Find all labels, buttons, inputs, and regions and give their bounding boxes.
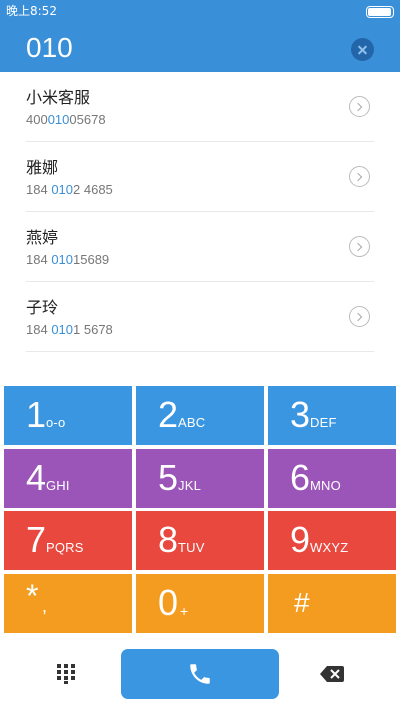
key-3[interactable]: 3 DEF: [268, 386, 396, 445]
key-1[interactable]: 1 o-o: [4, 386, 132, 445]
key-digit: 7: [26, 519, 47, 560]
key-sub: +: [180, 603, 189, 619]
battery-icon: [366, 6, 394, 18]
number-match: 010: [51, 182, 74, 197]
number-match: 010: [47, 112, 70, 127]
contact-number: 184 0102 4685: [26, 182, 113, 198]
phone-icon: [190, 664, 210, 684]
key-letters: MNO: [310, 478, 341, 493]
key-star[interactable]: * ,: [4, 574, 132, 633]
contact-row[interactable]: 小米客服 40001005678: [26, 72, 374, 142]
number-prefix: 184: [26, 252, 52, 267]
key-digit: 3: [290, 394, 311, 435]
backspace-icon[interactable]: [320, 666, 344, 682]
contact-detail-chevron-icon[interactable]: [349, 236, 370, 257]
number-suffix: 05678: [69, 112, 106, 127]
key-letters: PQRS: [46, 540, 84, 555]
status-time: 晚上8:52: [6, 4, 57, 18]
contact-name: 燕婷: [26, 228, 59, 247]
number-match: 010: [51, 252, 74, 267]
number-prefix: 400: [26, 112, 48, 127]
key-4[interactable]: 4 GHI: [4, 449, 132, 508]
key-digit: 8: [158, 519, 179, 560]
key-2[interactable]: 2 ABC: [136, 386, 264, 445]
key-letters: WXYZ: [310, 540, 349, 555]
key-7[interactable]: 7 PQRS: [4, 511, 132, 570]
key-letters: DEF: [310, 415, 337, 430]
key-digit: 6: [290, 457, 311, 498]
key-sub: ,: [42, 596, 48, 616]
key-letters: ABC: [178, 415, 206, 430]
contact-name: 小米客服: [26, 88, 91, 107]
number-suffix: 15689: [73, 252, 110, 267]
battery-level: [368, 8, 391, 16]
contact-number: 184 0101 5678: [26, 322, 113, 338]
key-hash[interactable]: #: [268, 574, 396, 633]
contact-name: 子玲: [26, 298, 59, 317]
keypad-grid-icon[interactable]: [57, 664, 75, 684]
status-bar: 晚上8:52: [0, 0, 400, 24]
contact-number: 184 01015689: [26, 252, 109, 268]
key-letters: GHI: [46, 478, 70, 493]
bottom-action-bar: [0, 634, 400, 711]
contact-detail-chevron-icon[interactable]: [349, 96, 370, 117]
key-6[interactable]: 6 MNO: [268, 449, 396, 508]
contact-suggestion-list: 小米客服 40001005678 雅娜 184 0102 4685 燕婷 184…: [0, 72, 400, 384]
key-digit: 1: [26, 394, 47, 435]
number-prefix: 184: [26, 182, 52, 197]
contact-detail-chevron-icon[interactable]: [349, 306, 370, 327]
key-5[interactable]: 5 JKL: [136, 449, 264, 508]
key-digit: 9: [290, 519, 311, 560]
contact-row[interactable]: 燕婷 184 01015689: [26, 212, 374, 282]
key-symbol: *: [26, 578, 39, 614]
number-suffix: 1 5678: [73, 322, 113, 337]
number-prefix: 184: [26, 322, 52, 337]
dial-keypad: 1 o-o 2 ABC 3 DEF 4 GHI 5 JKL 6 MNO 7 PQ…: [0, 384, 400, 634]
dialer-header: 010: [0, 24, 400, 72]
key-9[interactable]: 9 WXYZ: [268, 511, 396, 570]
number-match: 010: [51, 322, 74, 337]
key-letters: JKL: [178, 478, 202, 493]
key-digit: 0: [158, 582, 179, 623]
key-0[interactable]: 0 +: [136, 574, 264, 633]
key-digit: 2: [158, 394, 179, 435]
contact-number: 40001005678: [26, 112, 106, 128]
key-8[interactable]: 8 TUV: [136, 511, 264, 570]
key-digit: 5: [158, 457, 179, 498]
key-letters: o-o: [46, 415, 66, 430]
number-suffix: 2 4685: [73, 182, 113, 197]
key-letters: TUV: [178, 540, 205, 555]
dial-input-display[interactable]: 010: [26, 30, 73, 66]
clear-icon[interactable]: [351, 38, 374, 61]
contact-row[interactable]: 雅娜 184 0102 4685: [26, 142, 374, 212]
call-button[interactable]: [121, 649, 279, 699]
contact-detail-chevron-icon[interactable]: [349, 166, 370, 187]
key-symbol: #: [294, 587, 310, 618]
contact-row[interactable]: 子玲 184 0101 5678: [26, 282, 374, 352]
contact-name: 雅娜: [26, 158, 59, 177]
key-digit: 4: [26, 457, 47, 498]
